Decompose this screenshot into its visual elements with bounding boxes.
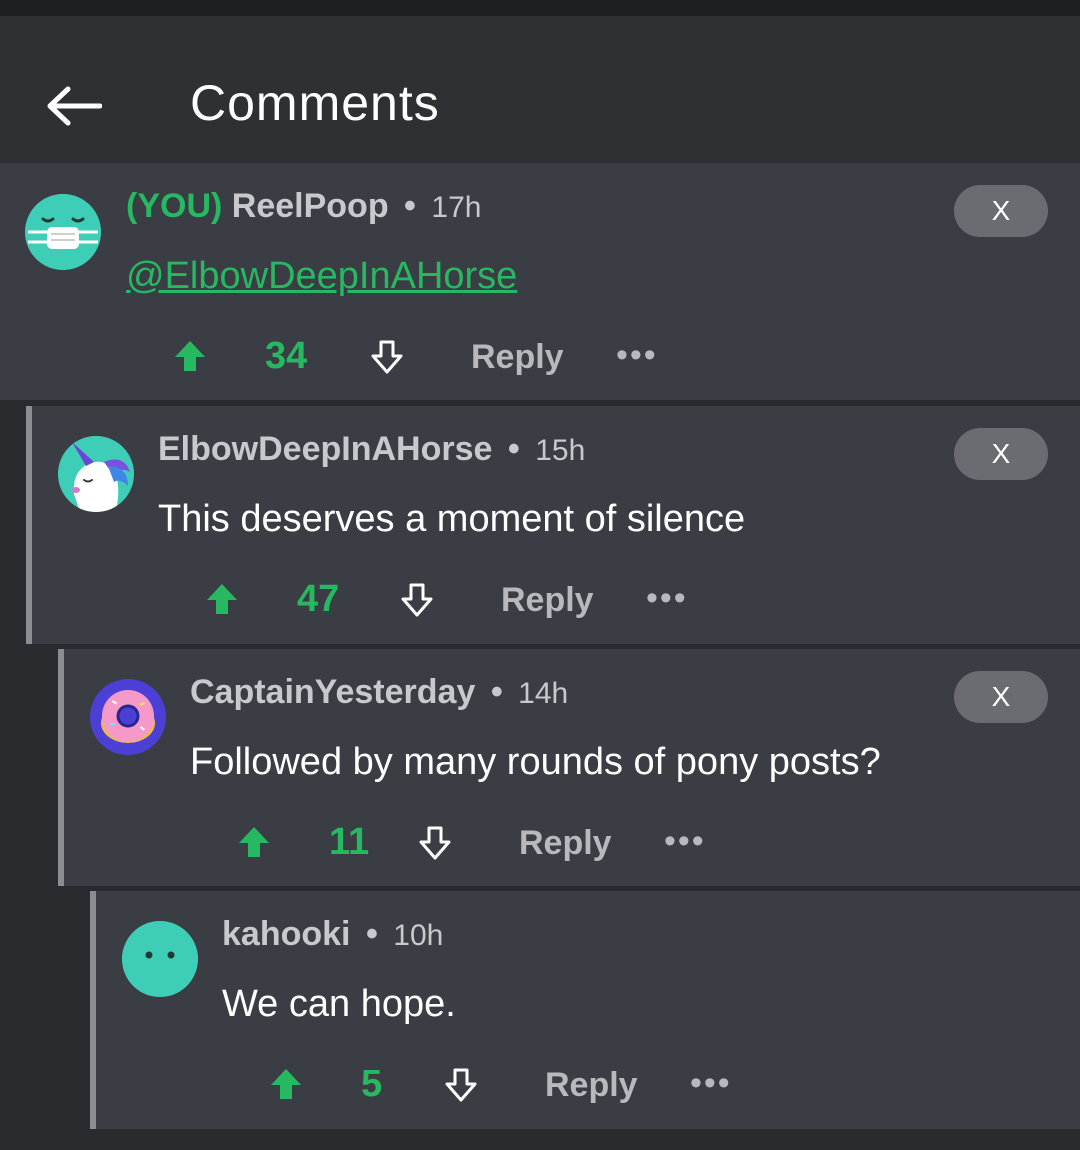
separator-dot: • bbox=[404, 187, 416, 225]
close-button[interactable]: X bbox=[954, 428, 1048, 480]
timestamp: 15h bbox=[535, 434, 586, 467]
more-options-button[interactable]: ••• bbox=[690, 1064, 732, 1103]
vote-score: 5 bbox=[361, 1063, 383, 1105]
separator-dot: • bbox=[490, 673, 503, 711]
arrow-left-icon bbox=[47, 86, 102, 126]
close-button[interactable]: X bbox=[954, 185, 1048, 237]
downvote-arrow-icon[interactable] bbox=[443, 1067, 479, 1103]
comment-body: Followed by many rounds of pony posts? bbox=[190, 741, 881, 783]
timestamp: 14h bbox=[518, 677, 569, 710]
reply-button[interactable]: Reply bbox=[471, 338, 564, 377]
timestamp: 17h bbox=[431, 191, 482, 224]
comment-meta: kahooki • 10h bbox=[222, 915, 443, 954]
unicorn-avatar[interactable] bbox=[58, 436, 134, 512]
more-options-button[interactable]: ••• bbox=[664, 822, 706, 861]
separator-dot: • bbox=[507, 430, 520, 468]
timestamp: 10h bbox=[393, 919, 444, 952]
donut-avatar[interactable] bbox=[90, 679, 166, 755]
more-options-button[interactable]: ••• bbox=[616, 336, 658, 375]
comment-body: This deserves a moment of silence bbox=[158, 498, 746, 540]
comment-thread: (YOU) ReelPoop • 17h @ElbowDeepInAHorse … bbox=[0, 163, 1080, 1129]
app-header: Comments bbox=[0, 16, 1080, 163]
upvote-arrow-icon[interactable] bbox=[236, 824, 272, 860]
downvote-arrow-icon[interactable] bbox=[399, 582, 435, 618]
downvote-arrow-icon[interactable] bbox=[417, 825, 453, 861]
upvote-arrow-icon[interactable] bbox=[204, 581, 240, 617]
you-tag: (YOU) bbox=[126, 187, 223, 225]
comment-meta: ElbowDeepInAHorse • 15h bbox=[158, 430, 585, 469]
reply-button[interactable]: Reply bbox=[519, 824, 612, 863]
neutral-face-icon bbox=[122, 921, 198, 997]
back-button[interactable] bbox=[44, 68, 104, 144]
masked-face-icon bbox=[25, 194, 101, 270]
downvote-arrow-icon[interactable] bbox=[369, 339, 405, 375]
reply-button[interactable]: Reply bbox=[501, 581, 594, 620]
comment-body: We can hope. bbox=[222, 983, 456, 1025]
user-mention-link[interactable]: @ElbowDeepInAHorse bbox=[126, 255, 517, 297]
comment-card: (YOU) ReelPoop • 17h @ElbowDeepInAHorse … bbox=[0, 163, 1080, 400]
masked-face-avatar[interactable] bbox=[25, 194, 101, 270]
comment-card: CaptainYesterday • 14h Followed by many … bbox=[58, 649, 1080, 886]
more-options-button[interactable]: ••• bbox=[646, 579, 688, 618]
comment-body: @ElbowDeepInAHorse bbox=[126, 255, 517, 298]
neutral-face-avatar[interactable] bbox=[122, 921, 198, 997]
vote-score: 11 bbox=[329, 821, 370, 863]
page-title: Comments bbox=[190, 75, 440, 131]
vote-score: 34 bbox=[265, 335, 308, 377]
author-name[interactable]: kahooki bbox=[222, 915, 350, 953]
comment-card: ElbowDeepInAHorse • 15h This deserves a … bbox=[26, 406, 1080, 644]
upvote-arrow-icon[interactable] bbox=[172, 338, 208, 374]
separator-dot: • bbox=[365, 915, 378, 953]
comment-meta: (YOU) ReelPoop • 17h bbox=[126, 187, 481, 226]
upvote-arrow-icon[interactable] bbox=[268, 1066, 304, 1102]
vote-score: 47 bbox=[297, 578, 340, 620]
reply-button[interactable]: Reply bbox=[545, 1066, 638, 1105]
close-button[interactable]: X bbox=[954, 671, 1048, 723]
comment-card: kahooki • 10h We can hope. 5 Reply ••• bbox=[90, 891, 1080, 1129]
author-name[interactable]: ElbowDeepInAHorse bbox=[158, 430, 492, 468]
comment-meta: CaptainYesterday • 14h bbox=[190, 673, 568, 712]
unicorn-icon bbox=[58, 436, 134, 512]
donut-icon bbox=[90, 679, 166, 755]
author-name[interactable]: CaptainYesterday bbox=[190, 673, 475, 711]
status-bar bbox=[0, 0, 1080, 16]
author-name[interactable]: ReelPoop bbox=[232, 187, 389, 225]
